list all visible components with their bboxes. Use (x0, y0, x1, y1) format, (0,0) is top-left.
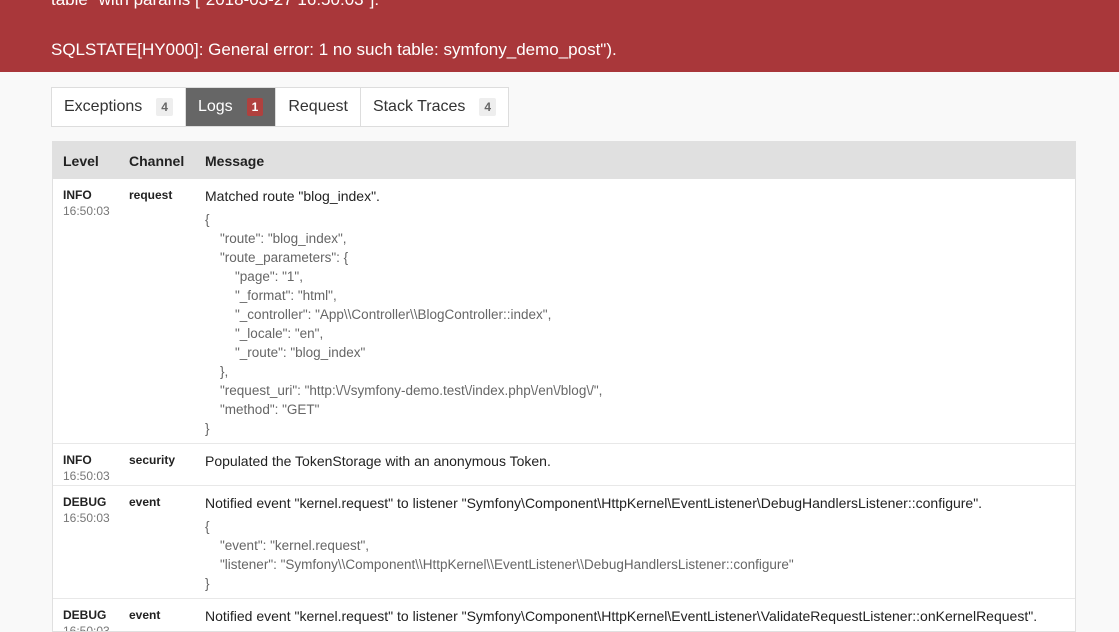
tab-count-badge: 4 (156, 98, 173, 116)
log-level: DEBUG (63, 608, 107, 622)
log-row: DEBUG 16:50:03 event Notified event "kernel… (53, 486, 1075, 599)
log-row: INFO 16:50:03 security Populated the TokenS… (53, 444, 1075, 486)
log-time: 16:50:03 (63, 204, 110, 218)
tab-request[interactable]: Request (276, 88, 361, 126)
log-message-cell: Notified event "kernel.request" to liste… (205, 495, 1075, 598)
log-level-cell: INFO 16:50:03 (53, 453, 129, 485)
log-context-line: "_locale": "en", (205, 326, 324, 341)
log-level: DEBUG (63, 495, 107, 509)
log-row: DEBUG 16:50:03 event Notified event "kernel… (53, 599, 1075, 632)
log-context-line: }, (205, 364, 229, 379)
log-message-cell: Notified event "kernel.request" to liste… (205, 608, 1075, 631)
error-banner: table" with params ["2018-03-27 16:50:03… (0, 0, 1119, 72)
error-message-line: table" with params ["2018-03-27 16:50:03… (51, 0, 379, 10)
log-message-cell: Matched route "blog_index". { "route": "b… (205, 188, 1075, 443)
log-level-cell: DEBUG 16:50:03 (53, 495, 129, 598)
log-context-line: "request_uri": "http:\/\/symfony-demo.te… (205, 383, 603, 398)
error-message-line: SQLSTATE[HY000]: General error: 1 no suc… (51, 40, 617, 59)
logs-table-body: INFO 16:50:03 request Matched route "blog_i… (53, 179, 1075, 632)
tab-count-badge: 4 (479, 98, 497, 116)
log-channel: security (129, 453, 176, 467)
log-level: INFO (63, 453, 92, 467)
tab-stack-traces[interactable]: Stack Traces 4 (361, 88, 508, 126)
column-header-level: Level (63, 152, 99, 169)
log-context-line: "_controller": "App\\Controller\\BlogCon… (205, 307, 552, 322)
tab-logs[interactable]: Logs 1 (185, 88, 277, 126)
tab-exceptions[interactable]: Exceptions 4 (52, 88, 186, 126)
log-context: { "event": "kernel.request", "listener":… (205, 517, 1065, 593)
tab-label: Stack Traces (372, 98, 466, 115)
log-message: Matched route "blog_index". (205, 188, 380, 204)
log-level-cell: INFO 16:50:03 (53, 188, 129, 443)
log-context-line: { (205, 519, 210, 534)
log-message-cell: Populated the TokenStorage with an anony… (205, 453, 1075, 485)
log-channel: request (129, 188, 173, 202)
log-channel: event (129, 495, 161, 509)
logs-table-header: Level Channel Message (53, 142, 1075, 179)
log-context-line: "route_parameters": { (205, 250, 349, 265)
column-header-message: Message (205, 152, 265, 169)
tab-label: Exceptions (64, 98, 143, 115)
log-context-line: "page": "1", (205, 269, 303, 284)
tab-bar: Exceptions 4 Logs 1 Request Stack Traces… (51, 87, 510, 127)
logs-table: Level Channel Message INFO 16:50:03 reques… (52, 141, 1076, 632)
log-context-line: } (205, 576, 210, 591)
tab-label: Request (288, 98, 348, 115)
log-context-line: } (205, 421, 210, 436)
log-context-line: "_route": "blog_index" (205, 345, 366, 360)
log-channel: event (129, 608, 161, 622)
tab-count-badge: 1 (246, 98, 264, 116)
column-header-channel: Channel (129, 152, 185, 169)
log-message: Notified event "kernel.request" to liste… (205, 608, 1038, 624)
log-context-line: "listener": "Symfony\\Component\\HttpKer… (205, 557, 794, 572)
log-context-line: { (205, 212, 210, 227)
log-level: INFO (63, 188, 92, 202)
log-time: 16:50:03 (63, 469, 110, 483)
log-message: Populated the TokenStorage with an anony… (205, 453, 551, 469)
log-context-line: "route": "blog_index", (205, 231, 347, 246)
log-context-line: "event": "kernel.request", (205, 538, 369, 553)
log-context-line: "_format": "html", (205, 288, 337, 303)
log-time: 16:50:03 (63, 511, 110, 525)
log-message: Notified event "kernel.request" to liste… (205, 495, 983, 511)
log-level-cell: DEBUG 16:50:03 (53, 608, 129, 632)
log-row: INFO 16:50:03 request Matched route "blog_i… (53, 179, 1075, 444)
log-context: { "route": "blog_index", "route_paramete… (205, 210, 1065, 438)
log-time: 16:50:03 (63, 624, 110, 632)
log-context-line: "method": "GET" (205, 402, 320, 417)
tab-label: Logs (197, 98, 233, 115)
